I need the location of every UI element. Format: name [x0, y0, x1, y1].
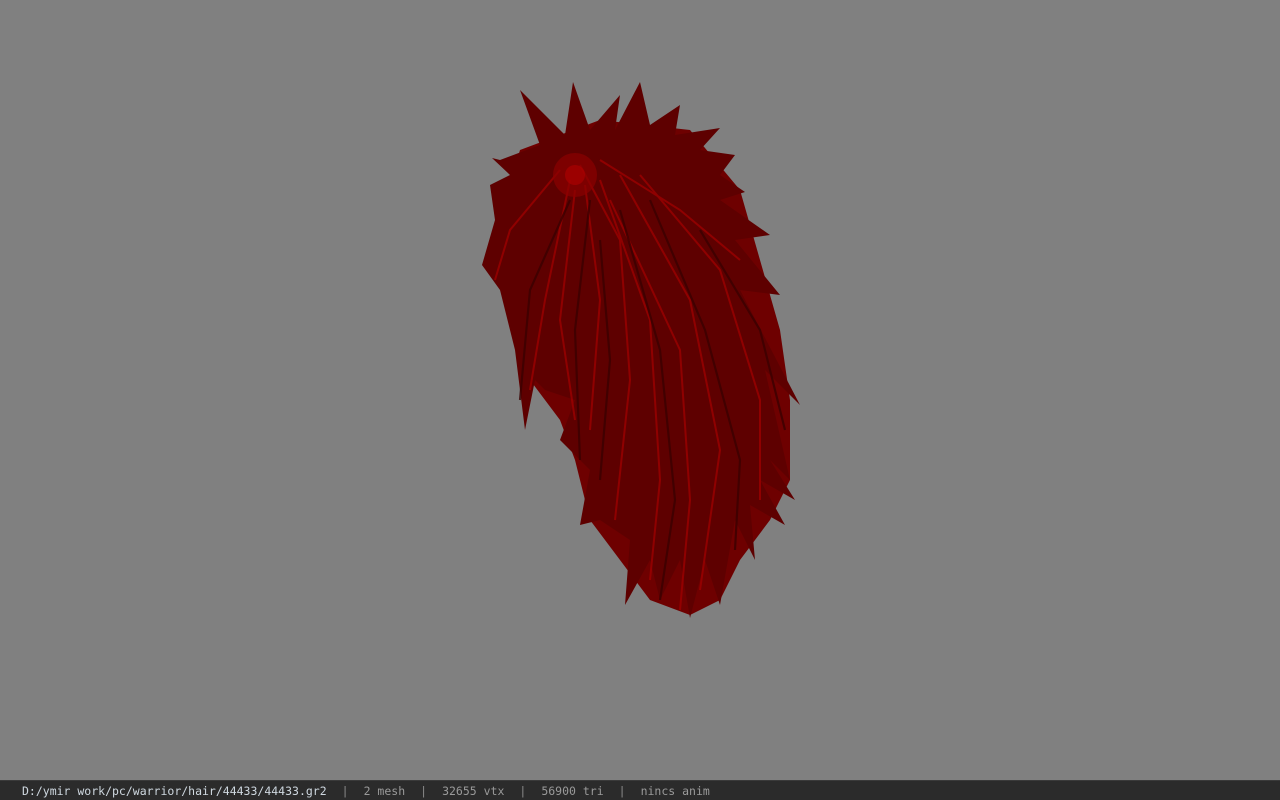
hair-mesh	[482, 82, 800, 618]
hair-model-render[interactable]	[0, 0, 1280, 780]
triangle-count: 56900 tri	[541, 783, 604, 798]
anim-status: nincs anim	[640, 783, 710, 798]
mesh-count: 2 mesh	[363, 783, 406, 798]
separator: |	[341, 783, 349, 798]
separator: |	[618, 783, 626, 798]
separator: |	[420, 783, 428, 798]
vertex-count: 32655 vtx	[442, 783, 505, 798]
status-bar: D:/ymir work/pc/warrior/hair/44433/44433…	[0, 780, 1280, 800]
separator: |	[519, 783, 527, 798]
file-path: D:/ymir work/pc/warrior/hair/44433/44433…	[22, 783, 327, 798]
3d-viewport[interactable]	[0, 0, 1280, 780]
